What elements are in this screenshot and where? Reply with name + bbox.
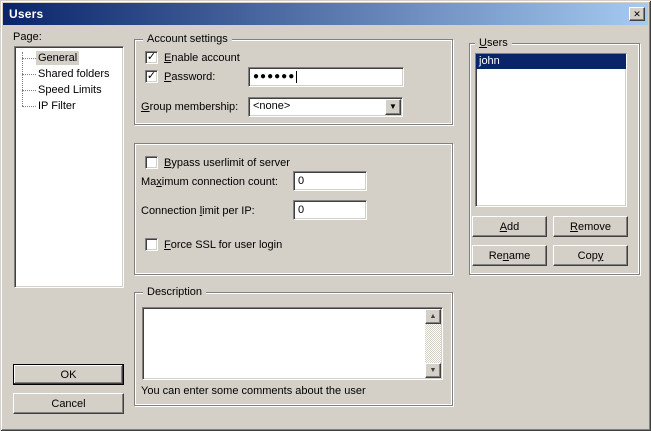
add-button-label: Add xyxy=(500,221,520,233)
combo-dropdown-button[interactable]: ▼ xyxy=(385,99,401,115)
group-membership-label: Group membership: xyxy=(141,101,238,113)
tree-item-shared-folders[interactable]: Shared folders xyxy=(17,66,121,82)
password-masked-value: ●●●●●● xyxy=(253,71,295,83)
checkbox-box[interactable]: ✓ xyxy=(145,51,158,64)
tree-item-label: IP Filter xyxy=(36,99,78,113)
ok-button-label: OK xyxy=(61,369,77,381)
password-label: Password: xyxy=(164,71,215,83)
rename-button[interactable]: Rename xyxy=(472,245,547,266)
checkmark-icon: ✓ xyxy=(147,71,156,82)
tree-dash-icon xyxy=(22,74,36,75)
max-connection-value: 0 xyxy=(298,175,304,187)
force-ssl-checkbox[interactable]: ✓ Force SSL for user login xyxy=(145,238,282,251)
tree-item-label: Shared folders xyxy=(36,67,112,81)
user-item-label: john xyxy=(479,55,500,67)
description-hint: You can enter some comments about the us… xyxy=(141,385,366,397)
tree-item-ip-filter[interactable]: IP Filter xyxy=(17,98,121,114)
window-title: Users xyxy=(3,7,43,21)
password-checkbox[interactable]: ✓ Password: xyxy=(145,70,215,83)
ok-button[interactable]: OK xyxy=(13,364,124,385)
users-group-title: Users xyxy=(475,37,512,50)
connection-per-ip-input[interactable]: 0 xyxy=(293,200,367,220)
bypass-userlimit-checkbox[interactable]: ✓ Bypass userlimit of server xyxy=(145,156,290,169)
tree-item-general[interactable]: General xyxy=(17,50,121,66)
scroll-up-button[interactable]: ▲ xyxy=(425,309,441,324)
chevron-down-icon: ▼ xyxy=(389,103,397,111)
checkmark-icon: ✓ xyxy=(147,52,156,63)
description-title: Description xyxy=(143,286,206,299)
text-caret xyxy=(296,71,297,83)
user-list-item-john[interactable]: john xyxy=(476,54,626,69)
enable-account-checkbox[interactable]: ✓ Enable account xyxy=(145,51,240,64)
group-membership-value: <none> xyxy=(253,100,290,112)
tree-dash-icon xyxy=(22,90,36,91)
password-input[interactable]: ●●●●●● xyxy=(248,67,404,87)
checkbox-box[interactable]: ✓ xyxy=(145,70,158,83)
cancel-button[interactable]: Cancel xyxy=(13,393,124,414)
description-textarea[interactable]: ▲ ▼ xyxy=(142,307,443,380)
arrow-up-icon: ▲ xyxy=(430,313,437,320)
add-button[interactable]: Add xyxy=(472,216,547,237)
checkbox-box[interactable]: ✓ xyxy=(145,238,158,251)
tree-item-label: Speed Limits xyxy=(36,83,104,97)
account-settings-title: Account settings xyxy=(143,33,232,46)
close-button[interactable]: ✕ xyxy=(629,7,645,21)
bypass-userlimit-label: Bypass userlimit of server xyxy=(164,157,290,169)
scroll-down-button[interactable]: ▼ xyxy=(425,363,441,378)
cancel-button-label: Cancel xyxy=(51,398,85,410)
page-label: Page: xyxy=(13,31,42,43)
title-bar[interactable]: Users xyxy=(3,3,648,25)
copy-button-label: Copy xyxy=(578,250,604,262)
arrow-down-icon: ▼ xyxy=(430,367,437,374)
tree-dash-icon xyxy=(22,106,36,107)
group-membership-select[interactable]: <none> ▼ xyxy=(248,97,403,117)
users-dialog: Users ✕ Page: General Shared folders Spe… xyxy=(0,0,651,431)
tree-dash-icon xyxy=(22,58,36,59)
close-icon: ✕ xyxy=(633,10,641,19)
tree-item-label: General xyxy=(36,51,79,65)
page-tree[interactable]: General Shared folders Speed Limits IP F… xyxy=(14,46,124,288)
checkbox-box[interactable]: ✓ xyxy=(145,156,158,169)
connection-per-ip-label: Connection limit per IP: xyxy=(141,205,255,217)
enable-account-label: Enable account xyxy=(164,52,240,64)
description-scrollbar[interactable]: ▲ ▼ xyxy=(425,309,441,378)
copy-button[interactable]: Copy xyxy=(553,245,628,266)
max-connection-input[interactable]: 0 xyxy=(293,171,367,191)
tree-item-speed-limits[interactable]: Speed Limits xyxy=(17,82,121,98)
remove-button-label: Remove xyxy=(570,221,611,233)
max-connection-label: Maximum connection count: xyxy=(141,176,278,188)
users-list[interactable]: john xyxy=(475,53,627,207)
rename-button-label: Rename xyxy=(489,250,531,262)
connection-per-ip-value: 0 xyxy=(298,204,304,216)
force-ssl-label: Force SSL for user login xyxy=(164,239,282,251)
remove-button[interactable]: Remove xyxy=(553,216,628,237)
